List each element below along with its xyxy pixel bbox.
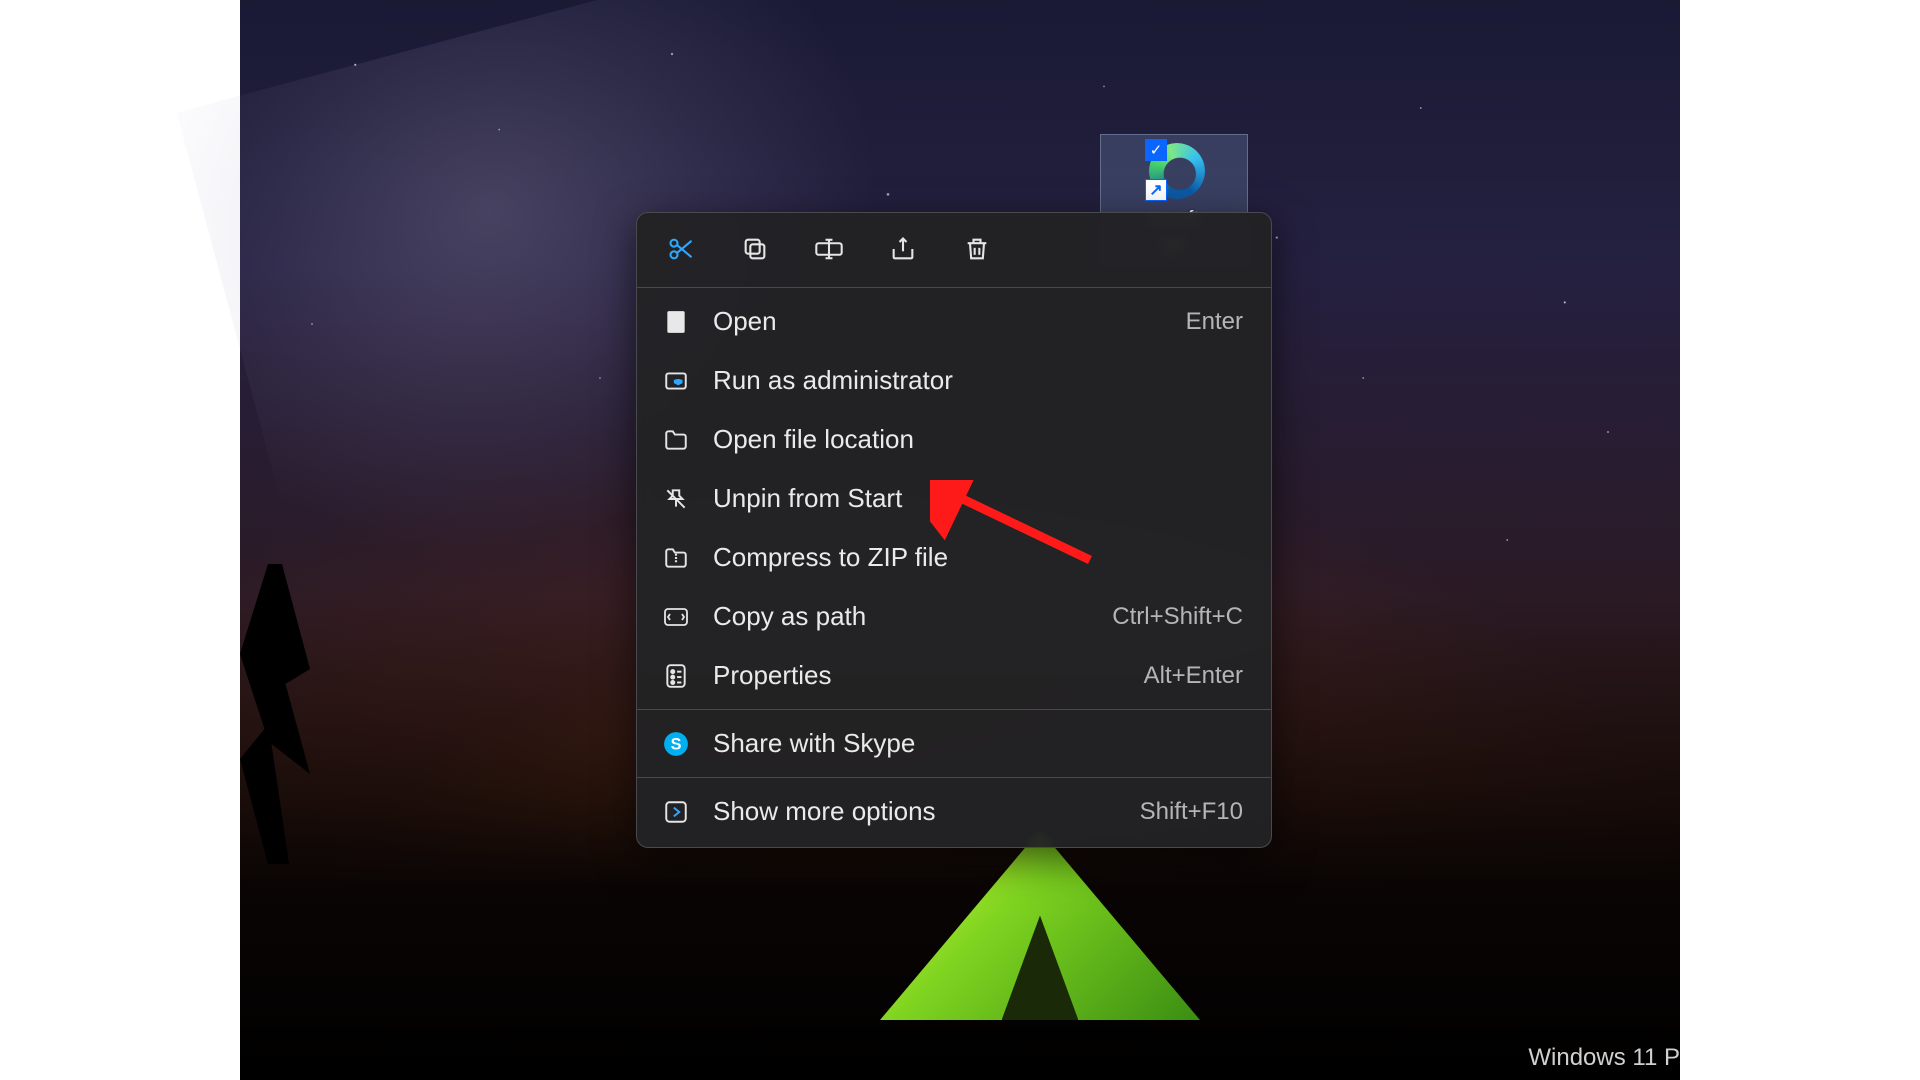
properties-icon [661,661,691,691]
copy-icon [741,235,769,263]
share-icon [889,235,917,263]
separator [637,777,1271,778]
context-menu: Open Enter Run as administrator Open fil… [636,212,1272,848]
context-menu-toolbar [637,213,1271,283]
menu-item-properties[interactable]: Properties Alt+Enter [637,646,1271,705]
menu-item-share-with-skype[interactable]: S Share with Skype [637,714,1271,773]
unpin-icon [661,484,691,514]
desktop-wallpaper: ✓ ↗ rosoft ge [240,0,1680,1080]
menu-item-show-more-options[interactable]: Show more options Shift+F10 [637,782,1271,841]
scissors-icon [667,235,695,263]
shortcut-overlay-icon: ↗ [1145,179,1167,201]
skype-icon: S [661,729,691,759]
separator [637,709,1271,710]
svg-text:S: S [671,735,682,753]
folder-icon [661,425,691,455]
document-icon [661,307,691,337]
menu-item-unpin-from-start[interactable]: Unpin from Start [637,469,1271,528]
trash-icon [963,235,991,263]
menu-item-copy-as-path[interactable]: Copy as path Ctrl+Shift+C [637,587,1271,646]
copy-button[interactable] [739,233,771,265]
wallpaper-tent [880,830,1200,1020]
windows-watermark: Windows 11 P [1528,1044,1680,1072]
menu-item-run-as-administrator[interactable]: Run as administrator [637,351,1271,410]
more-options-icon [661,797,691,827]
zip-icon [661,543,691,573]
path-icon [661,602,691,632]
separator [637,287,1271,288]
menu-item-open-file-location[interactable]: Open file location [637,410,1271,469]
delete-button[interactable] [961,233,993,265]
rename-button[interactable] [813,233,845,265]
edge-app-icon: ✓ ↗ [1139,139,1209,203]
checkmark-overlay-icon: ✓ [1145,139,1167,161]
menu-item-compress-to-zip[interactable]: Compress to ZIP file [637,528,1271,587]
shield-admin-icon [661,366,691,396]
rename-icon [814,235,844,263]
cut-button[interactable] [665,233,697,265]
menu-item-open[interactable]: Open Enter [637,292,1271,351]
share-button[interactable] [887,233,919,265]
